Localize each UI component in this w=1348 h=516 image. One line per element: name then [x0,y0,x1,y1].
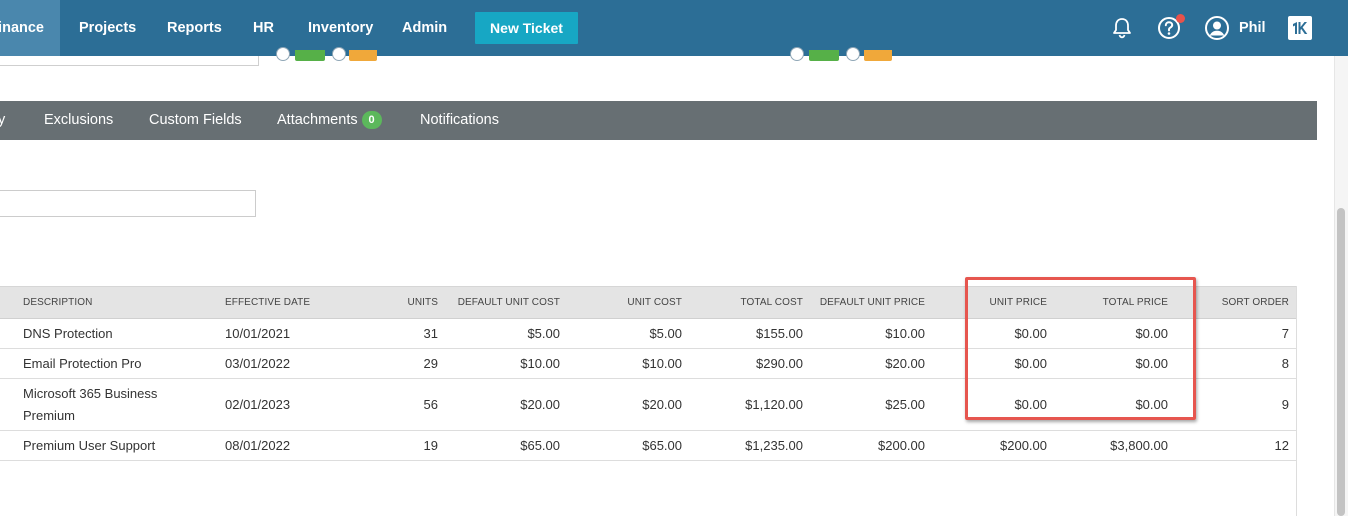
cell-sort-order: 9 [1281,397,1289,412]
tab-notifications[interactable]: Notifications [420,101,499,140]
confirm-mini-button[interactable] [295,50,325,61]
cell-total-cost: $1,120.00 [745,397,803,412]
cell-total-cost: $290.00 [756,356,803,371]
cell-total-cost: $155.00 [756,326,803,341]
column-header-description[interactable]: DESCRIPTION [23,287,213,318]
cell-units: 56 [423,397,438,412]
line-items-table: DESCRIPTION EFFECTIVE DATE UNITS DEFAULT… [0,286,1297,516]
cell-default-unit-price: $200.00 [878,438,925,453]
cell-effective-date: 02/01/2023 [225,397,291,412]
cell-effective-date: 08/01/2022 [225,438,291,453]
cell-default-unit-cost: $5.00 [527,326,560,341]
user-name[interactable]: Phil [1239,0,1266,56]
cell-total-cost: $1,235.00 [745,438,803,453]
cell-sort-order: 8 [1281,356,1289,371]
cell-unit-price: $0.00 [1014,326,1047,341]
column-header-sort-order[interactable]: SORT ORDER [1180,287,1289,318]
table-row[interactable]: Premium User Support 08/01/2022 19 $65.0… [0,431,1296,461]
tab-exclusions[interactable]: Exclusions [44,101,113,140]
user-avatar-icon[interactable] [1203,14,1231,42]
notification-dot [1176,14,1185,23]
cell-units: 19 [423,438,438,453]
info-circle-icon[interactable] [276,47,290,61]
column-header-default-unit-cost[interactable]: DEFAULT UNIT COST [440,287,560,318]
cell-description: Microsoft 365 Business Premium [23,385,158,423]
cell-default-unit-price: $10.00 [885,326,925,341]
cell-total-price: $0.00 [1135,326,1168,341]
tab-partial[interactable]: y [0,101,5,140]
tab-bar: y Exclusions Custom Fields Attachments 0 … [0,101,1317,140]
cell-default-unit-price: $20.00 [885,356,925,371]
edit-mini-button[interactable] [864,50,892,61]
cell-units: 29 [423,356,438,371]
column-header-units[interactable]: UNITS [340,287,438,318]
top-navigation-bar: Finance Projects Reports HR Inventory Ad… [0,0,1348,56]
tab-custom-fields[interactable]: Custom Fields [149,101,242,140]
cell-description: Premium User Support [23,438,156,453]
cell-unit-cost: $10.00 [642,356,682,371]
confirm-mini-button[interactable] [809,50,839,61]
nav-item-reports[interactable]: Reports [167,0,222,56]
cell-default-unit-cost: $10.00 [520,356,560,371]
cell-default-unit-price: $25.00 [885,397,925,412]
column-header-unit-price[interactable]: UNIT PRICE [930,287,1047,318]
table-row[interactable]: Microsoft 365 Business Premium 02/01/202… [0,379,1296,431]
bell-icon[interactable] [1108,14,1136,42]
table-row[interactable]: DNS Protection 10/01/2021 31 $5.00 $5.00… [0,319,1296,349]
cell-effective-date: 10/01/2021 [225,326,291,341]
search-input[interactable] [0,190,256,217]
cell-total-price: $3,800.00 [1110,438,1168,453]
new-ticket-button[interactable]: New Ticket [475,12,578,44]
cell-unit-cost: $65.00 [642,438,682,453]
column-header-total-cost[interactable]: TOTAL COST [690,287,803,318]
vertical-scrollbar-thumb[interactable] [1337,208,1345,516]
attachments-count-badge: 0 [361,111,382,129]
nav-item-admin[interactable]: Admin [402,0,447,56]
brand-logo-icon[interactable] [1288,16,1312,40]
nav-item-hr[interactable]: HR [253,0,274,56]
column-header-default-unit-price[interactable]: DEFAULT UNIT PRICE [810,287,925,318]
cell-units: 31 [423,326,438,341]
cell-unit-price: $0.00 [1014,356,1047,371]
tab-attachments[interactable]: Attachments 0 [277,101,382,140]
cell-default-unit-cost: $65.00 [520,438,560,453]
table-row[interactable]: Email Protection Pro 03/01/2022 29 $10.0… [0,349,1296,379]
tab-attachments-label: Attachments [277,112,358,128]
cell-unit-price: $0.00 [1014,397,1047,412]
cell-total-price: $0.00 [1135,356,1168,371]
nav-item-finance[interactable]: Finance [0,0,60,56]
column-header-effective-date[interactable]: EFFECTIVE DATE [225,287,335,318]
cell-unit-cost: $20.00 [642,397,682,412]
cell-description: DNS Protection [23,326,113,341]
cell-default-unit-cost: $20.00 [520,397,560,412]
cell-unit-cost: $5.00 [649,326,682,341]
column-header-total-price[interactable]: TOTAL PRICE [1050,287,1168,318]
edit-mini-button[interactable] [349,50,377,61]
cell-sort-order: 12 [1274,438,1289,453]
cell-total-price: $0.00 [1135,397,1168,412]
cell-sort-order: 7 [1281,326,1289,341]
column-header-unit-cost[interactable]: UNIT COST [565,287,682,318]
cell-effective-date: 03/01/2022 [225,356,291,371]
info-circle-icon[interactable] [332,47,346,61]
partial-text-field[interactable] [0,56,259,66]
cell-unit-price: $200.00 [1000,438,1047,453]
info-circle-icon[interactable] [790,47,804,61]
cell-description: Email Protection Pro [23,356,142,371]
nav-item-projects[interactable]: Projects [79,0,136,56]
info-circle-icon[interactable] [846,47,860,61]
table-header-row: DESCRIPTION EFFECTIVE DATE UNITS DEFAULT… [0,286,1296,319]
